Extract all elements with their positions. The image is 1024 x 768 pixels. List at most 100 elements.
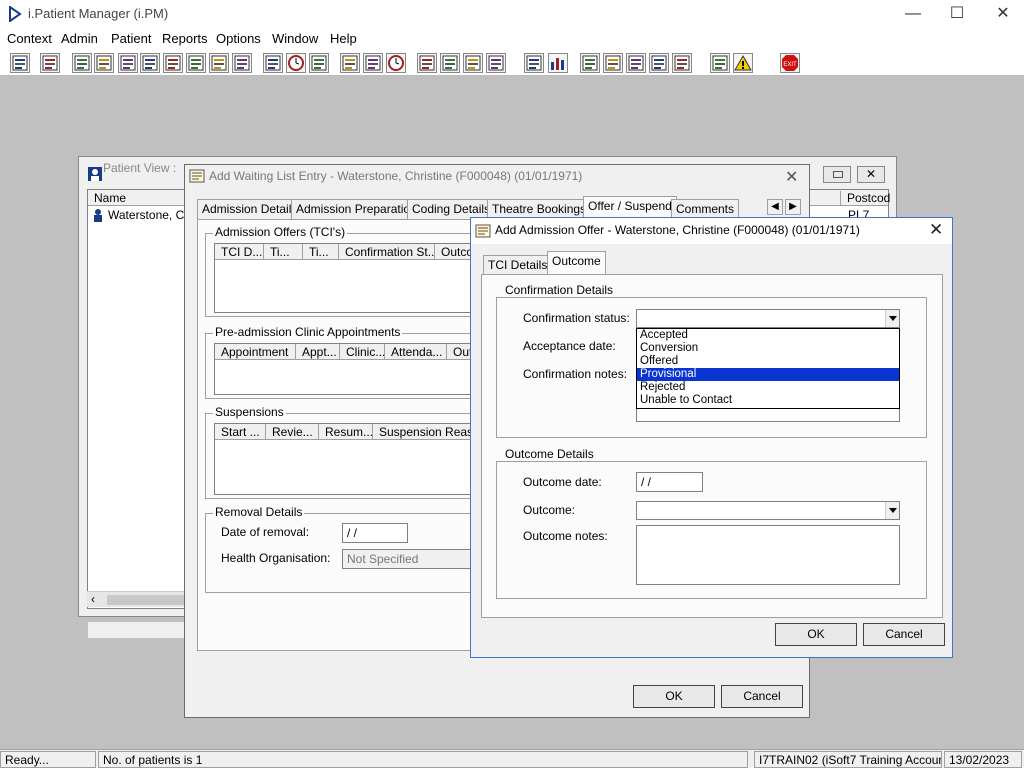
horizontal-scrollbar[interactable]	[88, 622, 196, 638]
health-org-field[interactable]: Not Specified	[342, 549, 482, 569]
tab-scroll-left-button[interactable]: ◀	[767, 199, 783, 215]
waiting-list-close-button[interactable]: ✕	[785, 167, 798, 187]
admission-offer-cancel-button[interactable]: Cancel	[863, 623, 945, 646]
date-of-removal-field[interactable]: / /	[342, 523, 408, 543]
green-flag-toolbar-button[interactable]	[649, 53, 669, 73]
tab-outcome[interactable]: Outcome	[547, 251, 606, 275]
menu-admin[interactable]: Admin	[61, 31, 98, 46]
transfer-icon	[211, 55, 227, 71]
col-review[interactable]: Revie...	[266, 424, 319, 440]
clock-toolbar-button[interactable]	[286, 53, 306, 73]
ambulance-toolbar-button[interactable]	[463, 53, 483, 73]
app-title: i.Patient Manager (i.PM)	[28, 6, 169, 21]
bar-chart-toolbar-button[interactable]	[548, 53, 568, 73]
outcome-date-field[interactable]: / /	[636, 472, 703, 492]
list-item[interactable]: Conversion	[637, 342, 899, 355]
list-item-selected[interactable]: Provisional	[637, 368, 899, 381]
menu-patient[interactable]: Patient	[111, 31, 151, 46]
menu-help[interactable]: Help	[330, 31, 357, 46]
menu-context[interactable]: Context	[7, 31, 52, 46]
col-start[interactable]: Start ...	[215, 424, 266, 440]
outcome-dropdown[interactable]	[636, 501, 900, 520]
printer-toolbar-button[interactable]	[40, 53, 60, 73]
close-button[interactable]: ✕	[988, 4, 1018, 24]
admission-offer-close-button[interactable]: ✕	[929, 220, 943, 240]
bed-toolbar-button[interactable]	[232, 53, 252, 73]
col-confirmation-status[interactable]: Confirmation St...	[339, 244, 435, 260]
waiting-list-ok-button[interactable]: OK	[633, 685, 715, 708]
search-toolbar-button[interactable]	[263, 53, 283, 73]
tab-coding-details[interactable]: Coding Details	[407, 199, 496, 219]
col-name[interactable]: Name	[94, 191, 126, 205]
transfer-toolbar-button[interactable]	[209, 53, 229, 73]
list-toolbar-button[interactable]	[363, 53, 383, 73]
patient-list-scrollbar[interactable]: ‹	[87, 591, 195, 607]
menu-options[interactable]: Options	[216, 31, 261, 46]
admission-offer-ok-button[interactable]: OK	[775, 623, 857, 646]
page-toolbar-button[interactable]	[524, 53, 544, 73]
maximize-button[interactable]: ☐	[942, 4, 972, 24]
tab-admission-preparation[interactable]: Admission Preparation	[291, 199, 422, 219]
col-appt[interactable]: Appt...	[296, 344, 340, 360]
tab-admission-details[interactable]: Admission Details	[197, 199, 303, 219]
checklist-toolbar-button[interactable]	[440, 53, 460, 73]
outcome-notes-field[interactable]	[636, 525, 900, 585]
tab-tci-details[interactable]: TCI Details	[483, 255, 553, 275]
notes-toolbar-button[interactable]	[417, 53, 437, 73]
list-item[interactable]: Accepted	[637, 329, 899, 342]
minimize-button[interactable]: —	[898, 4, 928, 24]
admission-offers-grid[interactable]: TCI D... Ti... Ti... Confirmation St... …	[214, 243, 505, 313]
report-toolbar-button[interactable]	[340, 53, 360, 73]
flag-toolbar-button[interactable]	[603, 53, 623, 73]
edit-toolbar-button[interactable]	[94, 53, 114, 73]
patient-view-restore-button[interactable]	[823, 166, 851, 183]
list-item[interactable]: Offered	[637, 355, 899, 368]
patient-toolbar-button[interactable]	[10, 53, 30, 73]
confirmation-status-dropdown[interactable]	[636, 309, 900, 328]
green-tick-toolbar-button[interactable]	[672, 53, 692, 73]
list-item[interactable]: Rejected	[637, 381, 899, 394]
col-resume[interactable]: Resum...	[319, 424, 373, 440]
chevron-down-icon[interactable]	[885, 310, 899, 327]
menu-reports[interactable]: Reports	[162, 31, 208, 46]
form-toolbar-button[interactable]	[186, 53, 206, 73]
monitor-toolbar-button[interactable]	[309, 53, 329, 73]
time-toolbar-button[interactable]	[386, 53, 406, 73]
globe-toolbar-button[interactable]	[580, 53, 600, 73]
col-clinic[interactable]: Clinic...	[340, 344, 385, 360]
tab-comments[interactable]: Comments	[671, 199, 740, 219]
outcome-notes-label: Outcome notes:	[523, 529, 608, 543]
col-postcode[interactable]: Postcod	[840, 191, 890, 205]
chevron-down-icon[interactable]	[885, 502, 899, 519]
confirmation-status-list[interactable]: Accepted Conversion Offered Provisional …	[636, 328, 900, 409]
scroll-thumb[interactable]	[107, 595, 191, 605]
tab-scroll-right-button[interactable]: ▶	[785, 199, 801, 215]
preadmission-grid[interactable]: Appointment Appt... Clinic... Attenda...…	[214, 343, 505, 395]
letter-m-toolbar-button[interactable]	[140, 53, 160, 73]
list-item[interactable]: Unable to Contact	[637, 394, 899, 407]
tab-offer-suspend[interactable]: Offer / Suspend	[583, 196, 677, 219]
col-appointment[interactable]: Appointment	[215, 344, 296, 360]
col-tci-date[interactable]: TCI D...	[215, 244, 264, 260]
phone-toolbar-button[interactable]	[486, 53, 506, 73]
scroll-left-icon[interactable]: ‹	[91, 592, 95, 606]
exit-toolbar-button[interactable]: EXIT	[780, 53, 800, 73]
person-toolbar-button[interactable]	[163, 53, 183, 73]
patient-view-close-button[interactable]: ✕	[857, 166, 885, 183]
swap-toolbar-button[interactable]	[710, 53, 730, 73]
col-time2[interactable]: Ti...	[303, 244, 339, 260]
tick-toolbar-button[interactable]	[626, 53, 646, 73]
waiting-list-cancel-button[interactable]: Cancel	[721, 685, 803, 708]
status-patient-count: No. of patients is 1	[98, 751, 748, 768]
col-attendance[interactable]: Attenda...	[385, 344, 447, 360]
globe-icon	[582, 55, 598, 71]
col-time1[interactable]: Ti...	[264, 244, 303, 260]
warning-toolbar-button[interactable]	[733, 53, 753, 73]
tab-theatre-bookings[interactable]: Theatre Bookings	[487, 199, 592, 219]
svg-text:EXIT: EXIT	[783, 62, 797, 68]
menu-window[interactable]: Window	[272, 31, 318, 46]
clock-icon	[288, 55, 304, 71]
document-toolbar-button[interactable]	[118, 53, 138, 73]
suspensions-grid[interactable]: Start ... Revie... Resum... Suspension R…	[214, 423, 505, 495]
book-toolbar-button[interactable]	[72, 53, 92, 73]
